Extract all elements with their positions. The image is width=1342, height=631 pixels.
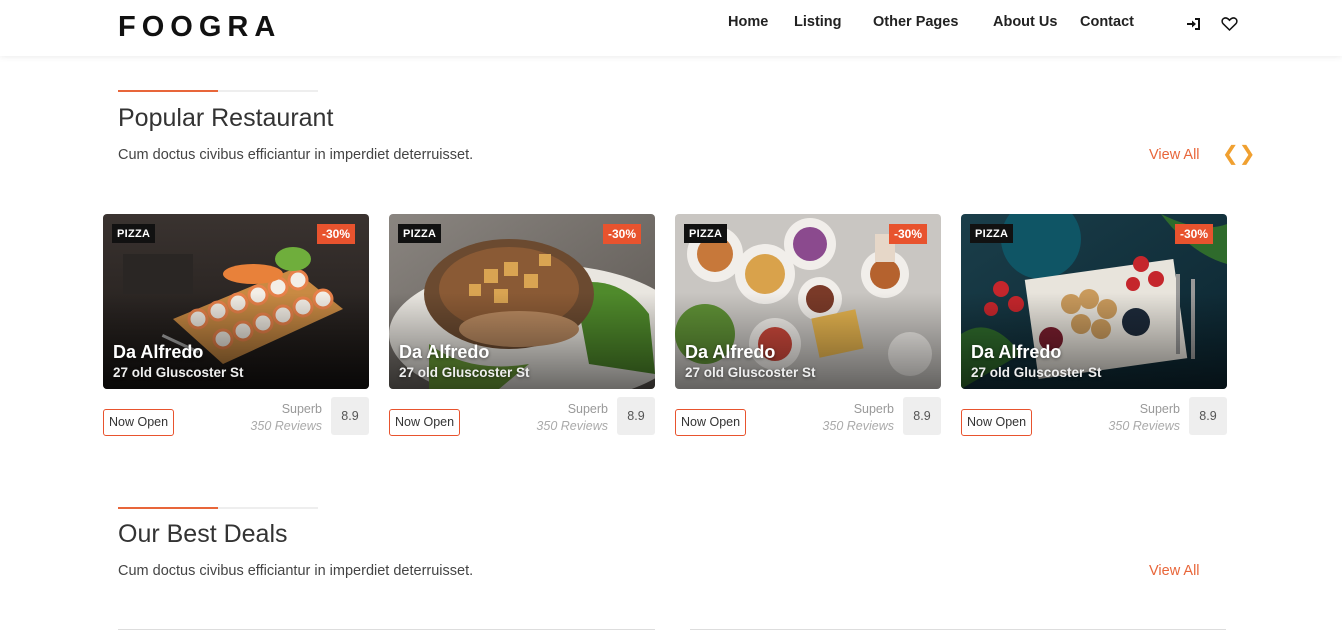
restaurant-card[interactable]: PIZZA -30% Da Alfredo 27 old Gluscoster … bbox=[103, 214, 369, 439]
chevron-right-icon[interactable]: ❯ bbox=[1239, 143, 1256, 165]
open-status-badge: Now Open bbox=[103, 409, 175, 436]
open-status-badge: Now Open bbox=[961, 409, 1033, 436]
restaurant-address: 27 old Gluscoster St bbox=[113, 365, 244, 380]
section-subtitle: Cum doctus civibus efficiantur in imperd… bbox=[118, 147, 474, 163]
section-divider-accent bbox=[118, 90, 218, 92]
chevron-left-icon[interactable]: ❮ bbox=[1222, 143, 1239, 165]
category-tag: PIZZA bbox=[112, 224, 156, 243]
restaurant-image[interactable]: PIZZA -30% Da Alfredo 27 old Gluscoster … bbox=[961, 214, 1227, 389]
restaurant-address: 27 old Gluscoster St bbox=[685, 365, 816, 380]
open-status-badge: Now Open bbox=[675, 409, 747, 436]
view-all-link[interactable]: View All bbox=[1149, 563, 1200, 579]
restaurant-image[interactable]: PIZZA -30% Da Alfredo 27 old Gluscoster … bbox=[675, 214, 941, 389]
rating-score: 8.9 bbox=[1189, 397, 1227, 435]
rating-label: Superb bbox=[853, 402, 894, 416]
category-tag: PIZZA bbox=[970, 224, 1014, 243]
rating-label: Superb bbox=[281, 402, 322, 416]
restaurant-image[interactable]: PIZZA -30% Da Alfredo 27 old Gluscoster … bbox=[389, 214, 655, 389]
category-tag: PIZZA bbox=[398, 224, 442, 243]
open-status-badge: Now Open bbox=[389, 409, 461, 436]
deal-card-top-border bbox=[118, 629, 655, 630]
deal-card-top-border bbox=[690, 629, 1226, 630]
restaurant-card[interactable]: PIZZA -30% Da Alfredo 27 old Gluscoster … bbox=[961, 214, 1227, 439]
restaurant-name: Da Alfredo bbox=[685, 342, 776, 362]
discount-badge: -30% bbox=[602, 224, 641, 244]
category-tag: PIZZA bbox=[684, 224, 728, 243]
rating-score: 8.9 bbox=[617, 397, 655, 435]
nav-about-us[interactable]: About Us bbox=[993, 14, 1057, 30]
review-count: 350 Reviews bbox=[250, 419, 322, 433]
restaurant-card[interactable]: PIZZA -30% Da Alfredo 27 old Gluscoster … bbox=[675, 214, 941, 439]
nav-other-pages[interactable]: Other Pages bbox=[873, 14, 958, 30]
rating-score: 8.9 bbox=[903, 397, 941, 435]
section-divider-accent bbox=[118, 507, 218, 509]
rating-label: Superb bbox=[567, 402, 608, 416]
rating-score: 8.9 bbox=[331, 397, 369, 435]
discount-badge: -30% bbox=[316, 224, 355, 244]
nav-contact[interactable]: Contact bbox=[1080, 14, 1134, 30]
heart-icon[interactable] bbox=[1221, 16, 1239, 34]
restaurant-name: Da Alfredo bbox=[399, 342, 490, 362]
review-count: 350 Reviews bbox=[536, 419, 608, 433]
site-header: FOOGRA Home Listing Other Pages About Us… bbox=[0, 0, 1342, 56]
restaurant-name: Da Alfredo bbox=[971, 342, 1062, 362]
discount-badge: -30% bbox=[1174, 224, 1213, 244]
section-title: Our Best Deals bbox=[118, 520, 288, 548]
review-count: 350 Reviews bbox=[1108, 419, 1180, 433]
view-all-link[interactable]: View All bbox=[1149, 147, 1200, 163]
review-count: 350 Reviews bbox=[822, 419, 894, 433]
restaurant-card[interactable]: PIZZA -30% Da Alfredo 27 old Gluscoster … bbox=[389, 214, 655, 439]
section-subtitle: Cum doctus civibus efficiantur in imperd… bbox=[118, 563, 474, 579]
login-icon[interactable] bbox=[1186, 16, 1204, 34]
restaurant-name: Da Alfredo bbox=[113, 342, 204, 362]
restaurant-address: 27 old Gluscoster St bbox=[399, 365, 530, 380]
nav-home[interactable]: Home bbox=[728, 14, 768, 30]
restaurant-address: 27 old Gluscoster St bbox=[971, 365, 1102, 380]
site-logo[interactable]: FOOGRA bbox=[118, 11, 281, 44]
discount-badge: -30% bbox=[888, 224, 927, 244]
restaurant-image[interactable]: PIZZA -30% Da Alfredo 27 old Gluscoster … bbox=[103, 214, 369, 389]
rating-label: Superb bbox=[1139, 402, 1180, 416]
nav-listing[interactable]: Listing bbox=[794, 14, 842, 30]
carousel-controls: ❮❯ bbox=[1222, 141, 1256, 166]
section-title: Popular Restaurant bbox=[118, 104, 334, 132]
